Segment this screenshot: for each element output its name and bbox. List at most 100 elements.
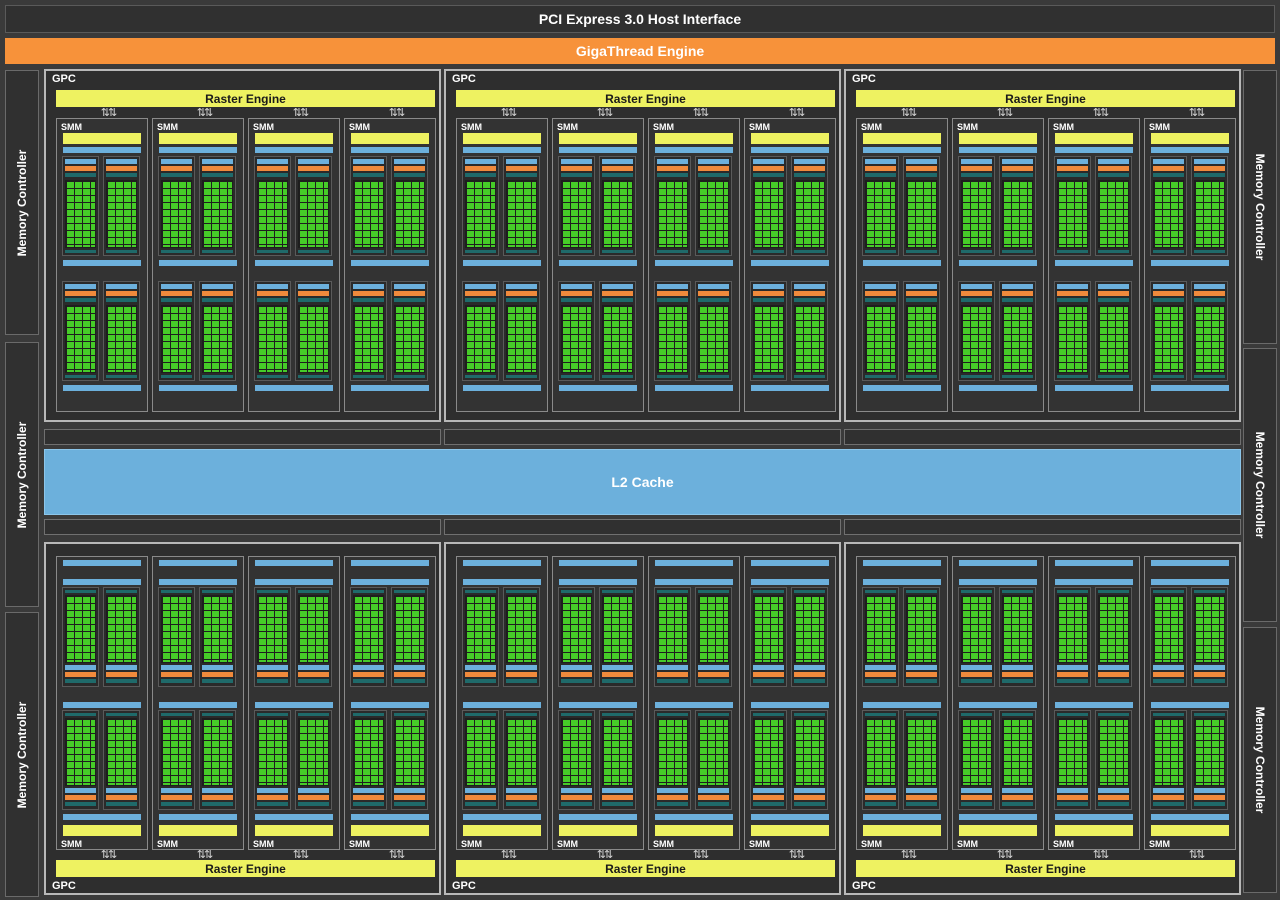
polymorph-engine xyxy=(63,825,141,836)
warp-scheduler xyxy=(794,672,825,677)
texture-units xyxy=(1151,269,1229,278)
instruction-buffer xyxy=(1098,159,1129,164)
shared-memory xyxy=(959,702,1037,708)
texture-units xyxy=(63,691,141,700)
texture-units xyxy=(351,394,429,403)
register-file xyxy=(906,713,937,716)
cuda-core-array xyxy=(353,180,384,248)
cuda-core-array xyxy=(906,718,937,786)
processing-block xyxy=(103,710,140,810)
pcie-host-interface: PCI Express 3.0 Host Interface xyxy=(5,5,1275,33)
register-file xyxy=(1194,713,1225,716)
dispatch-unit xyxy=(106,173,137,177)
cuda-core-array xyxy=(1194,180,1225,248)
instruction-buffer xyxy=(1098,284,1129,289)
dispatch-unit xyxy=(561,679,592,683)
register-file xyxy=(1098,250,1129,253)
register-file xyxy=(602,713,633,716)
warp-scheduler xyxy=(657,795,688,800)
l1-texture-cache xyxy=(1151,814,1229,820)
cuda-core-array xyxy=(865,595,896,663)
register-file xyxy=(865,375,896,378)
processing-block xyxy=(158,710,195,810)
dispatch-unit xyxy=(961,173,992,177)
instruction-buffer xyxy=(561,284,592,289)
texture-units xyxy=(863,269,941,278)
instruction-buffer xyxy=(202,284,233,289)
data-flow-arrows: ⇅⇅ xyxy=(1188,849,1205,861)
cuda-core-array xyxy=(394,180,425,248)
instruction-buffer xyxy=(794,284,825,289)
instruction-buffer xyxy=(465,159,496,164)
register-file xyxy=(353,250,384,253)
shared-memory xyxy=(959,385,1037,391)
dispatch-unit xyxy=(1002,679,1033,683)
shared-memory xyxy=(159,560,237,566)
smm: SMM xyxy=(56,556,148,850)
polymorph-engine xyxy=(559,133,637,144)
data-flow-arrows: ⇅⇅ xyxy=(500,849,517,861)
cuda-core-array xyxy=(602,305,633,373)
shared-memory xyxy=(863,385,941,391)
smm-label: SMM xyxy=(253,839,274,849)
register-file xyxy=(257,590,288,593)
dispatch-unit xyxy=(1057,298,1088,302)
polymorph-engine xyxy=(655,133,733,144)
instruction-buffer xyxy=(753,665,784,670)
dispatch-unit xyxy=(865,298,896,302)
warp-scheduler xyxy=(298,166,329,171)
warp-scheduler xyxy=(257,795,288,800)
polymorph-engine xyxy=(159,133,237,144)
processing-block xyxy=(62,587,99,687)
warp-scheduler xyxy=(506,672,537,677)
warp-scheduler xyxy=(1098,291,1129,296)
smm: SMM xyxy=(248,118,340,412)
dispatch-unit xyxy=(1098,173,1129,177)
processing-block xyxy=(158,281,195,381)
register-file xyxy=(394,590,425,593)
polymorph-engine xyxy=(863,825,941,836)
instruction-buffer xyxy=(602,284,633,289)
dispatch-unit xyxy=(465,298,496,302)
processing-block xyxy=(254,281,291,381)
instruction-buffer xyxy=(1194,788,1225,793)
instruction-buffer xyxy=(698,159,729,164)
shared-memory xyxy=(255,702,333,708)
data-flow-arrows: ⇅⇅ xyxy=(996,849,1013,861)
processing-block xyxy=(350,281,387,381)
warp-scheduler xyxy=(257,672,288,677)
cuda-core-array xyxy=(698,180,729,248)
register-file xyxy=(1002,375,1033,378)
processing-block xyxy=(599,587,636,687)
dispatch-unit xyxy=(257,298,288,302)
cuda-core-array xyxy=(394,718,425,786)
processing-block xyxy=(903,156,940,256)
texture-units xyxy=(1055,394,1133,403)
dispatch-unit xyxy=(257,173,288,177)
register-file xyxy=(1057,590,1088,593)
raster-engine: Raster Engine xyxy=(856,860,1235,877)
polymorph-engine xyxy=(63,133,141,144)
texture-units xyxy=(63,568,141,577)
data-flow-arrows: ⇅⇅ xyxy=(900,849,917,861)
warp-scheduler xyxy=(298,672,329,677)
register-file xyxy=(257,713,288,716)
processing-block xyxy=(391,156,428,256)
register-file xyxy=(1194,590,1225,593)
instruction-buffer xyxy=(794,788,825,793)
warp-scheduler xyxy=(65,291,96,296)
processing-block xyxy=(958,710,995,810)
register-file xyxy=(561,375,592,378)
register-file xyxy=(506,375,537,378)
texture-units xyxy=(559,568,637,577)
dispatch-unit xyxy=(906,173,937,177)
processing-block xyxy=(695,156,732,256)
dispatch-unit xyxy=(161,679,192,683)
texture-units xyxy=(959,568,1037,577)
warp-scheduler xyxy=(1194,795,1225,800)
processing-block xyxy=(1191,281,1228,381)
cuda-core-array xyxy=(161,180,192,248)
dispatch-unit xyxy=(794,802,825,806)
dispatch-unit xyxy=(865,173,896,177)
instruction-buffer xyxy=(506,665,537,670)
